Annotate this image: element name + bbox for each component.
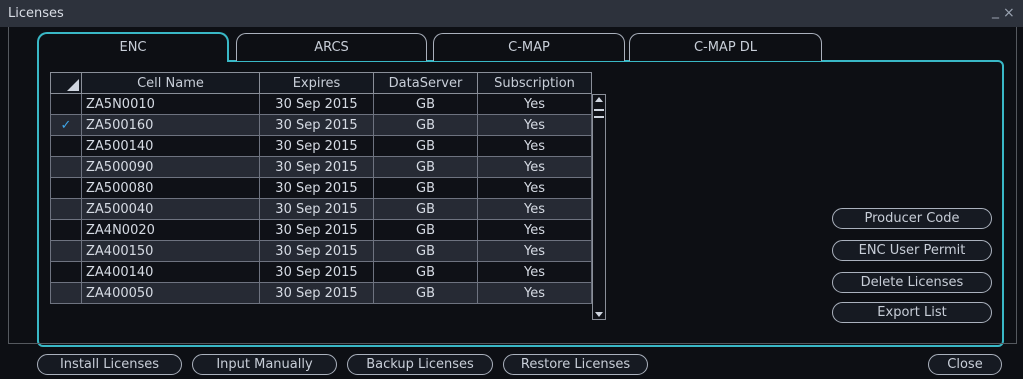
cell-name: ZA500080 (81, 177, 260, 199)
footer-separator (8, 343, 1016, 344)
cell-name: ZA5N0010 (81, 93, 260, 115)
tab-enc[interactable]: ENC (37, 32, 229, 62)
expires-cell: 30 Sep 2015 (259, 219, 374, 241)
close-icon[interactable]: × (1003, 5, 1015, 21)
cell-name: ZA400140 (81, 261, 260, 283)
cell-name: ZA500160 (81, 114, 260, 136)
restore-licenses-button[interactable]: Restore Licenses (503, 354, 648, 375)
delete-licenses-button[interactable]: Delete Licenses (832, 272, 992, 293)
subscription-cell: Yes (477, 114, 592, 136)
table-row[interactable]: ZA4N0020 30 Sep 2015 GB Yes (50, 219, 592, 241)
row-check-cell[interactable] (50, 282, 82, 304)
tab-label: C-MAP DL (693, 40, 758, 55)
cell-name: ZA400150 (81, 240, 260, 262)
row-check-cell[interactable] (50, 261, 82, 283)
table-row[interactable]: ZA500080 30 Sep 2015 GB Yes (50, 177, 592, 199)
producer-code-button[interactable]: Producer Code (832, 208, 992, 229)
window-title: Licenses (8, 6, 64, 21)
column-header-cell-name[interactable]: Cell Name (81, 72, 260, 94)
expires-cell: 30 Sep 2015 (259, 282, 374, 304)
column-header-expires[interactable]: Expires (259, 72, 374, 94)
scroll-thumb[interactable] (594, 109, 604, 118)
install-licenses-button[interactable]: Install Licenses (37, 354, 182, 375)
column-header-subscription[interactable]: Subscription (477, 72, 592, 94)
tab-c-map[interactable]: C-MAP (433, 33, 625, 61)
minimize-icon[interactable]: _ (992, 3, 999, 19)
table-row[interactable]: ZA400050 30 Sep 2015 GB Yes (50, 282, 592, 304)
row-check-cell[interactable] (50, 198, 82, 220)
table-row[interactable]: ZA5N0010 30 Sep 2015 GB Yes (50, 93, 592, 115)
subscription-cell: Yes (477, 240, 592, 262)
cell-name: ZA500090 (81, 156, 260, 178)
cell-name: ZA400050 (81, 282, 260, 304)
expires-cell: 30 Sep 2015 (259, 261, 374, 283)
backup-licenses-button[interactable]: Backup Licenses (347, 354, 493, 375)
dataserver-cell: GB (373, 156, 478, 178)
row-check-cell[interactable] (50, 93, 82, 115)
enc-user-permit-button[interactable]: ENC User Permit (832, 240, 992, 261)
expires-cell: 30 Sep 2015 (259, 135, 374, 157)
dataserver-cell: GB (373, 114, 478, 136)
table-row[interactable]: ZA400150 30 Sep 2015 GB Yes (50, 240, 592, 262)
table-row[interactable]: ✓ ZA500160 30 Sep 2015 GB Yes (50, 114, 592, 136)
row-check-cell[interactable]: ✓ (50, 114, 82, 136)
row-check-cell[interactable] (50, 156, 82, 178)
table-scrollbar[interactable] (592, 94, 606, 320)
expires-cell: 30 Sep 2015 (259, 114, 374, 136)
expires-cell: 30 Sep 2015 (259, 240, 374, 262)
tab-label: C-MAP (508, 40, 550, 55)
active-tab-join (39, 59, 227, 62)
close-button[interactable]: Close (928, 354, 1002, 375)
table-header-row: Cell Name Expires DataServer Subscriptio… (50, 72, 592, 94)
subscription-cell: Yes (477, 219, 592, 241)
dataserver-cell: GB (373, 282, 478, 304)
scroll-down-arrow-icon[interactable] (594, 307, 604, 317)
table-row[interactable]: ZA500140 30 Sep 2015 GB Yes (50, 135, 592, 157)
table-row[interactable]: ZA500090 30 Sep 2015 GB Yes (50, 156, 592, 178)
expires-cell: 30 Sep 2015 (259, 156, 374, 178)
tab-c-map-dl[interactable]: C-MAP DL (629, 33, 822, 61)
expires-cell: 30 Sep 2015 (259, 198, 374, 220)
subscription-cell: Yes (477, 282, 592, 304)
checkmark-icon: ✓ (60, 117, 72, 133)
dataserver-cell: GB (373, 198, 478, 220)
table-row[interactable]: ZA400140 30 Sep 2015 GB Yes (50, 261, 592, 283)
input-manually-button[interactable]: Input Manually (192, 354, 337, 375)
dataserver-cell: GB (373, 219, 478, 241)
subscription-cell: Yes (477, 135, 592, 157)
tab-label: ARCS (314, 40, 349, 55)
column-header-dataserver[interactable]: DataServer (373, 72, 478, 94)
dataserver-cell: GB (373, 93, 478, 115)
subscription-cell: Yes (477, 93, 592, 115)
row-check-cell[interactable] (50, 135, 82, 157)
title-bar: Licenses _ × (0, 0, 1023, 27)
table-row[interactable]: ZA500040 30 Sep 2015 GB Yes (50, 198, 592, 220)
row-check-cell[interactable] (50, 177, 82, 199)
tab-label: ENC (119, 40, 147, 55)
select-all-corner[interactable] (50, 72, 82, 94)
licenses-table: Cell Name Expires DataServer Subscriptio… (50, 72, 592, 304)
dataserver-cell: GB (373, 240, 478, 262)
dataserver-cell: GB (373, 261, 478, 283)
export-list-button[interactable]: Export List (832, 302, 992, 323)
subscription-cell: Yes (477, 156, 592, 178)
subscription-cell: Yes (477, 177, 592, 199)
dataserver-cell: GB (373, 135, 478, 157)
dataserver-cell: GB (373, 177, 478, 199)
expires-cell: 30 Sep 2015 (259, 177, 374, 199)
cell-name: ZA500140 (81, 135, 260, 157)
cell-name: ZA4N0020 (81, 219, 260, 241)
expires-cell: 30 Sep 2015 (259, 93, 374, 115)
cell-name: ZA500040 (81, 198, 260, 220)
subscription-cell: Yes (477, 261, 592, 283)
row-check-cell[interactable] (50, 219, 82, 241)
row-check-cell[interactable] (50, 240, 82, 262)
tab-arcs[interactable]: ARCS (236, 33, 427, 61)
scroll-up-arrow-icon[interactable] (594, 97, 604, 107)
subscription-cell: Yes (477, 198, 592, 220)
